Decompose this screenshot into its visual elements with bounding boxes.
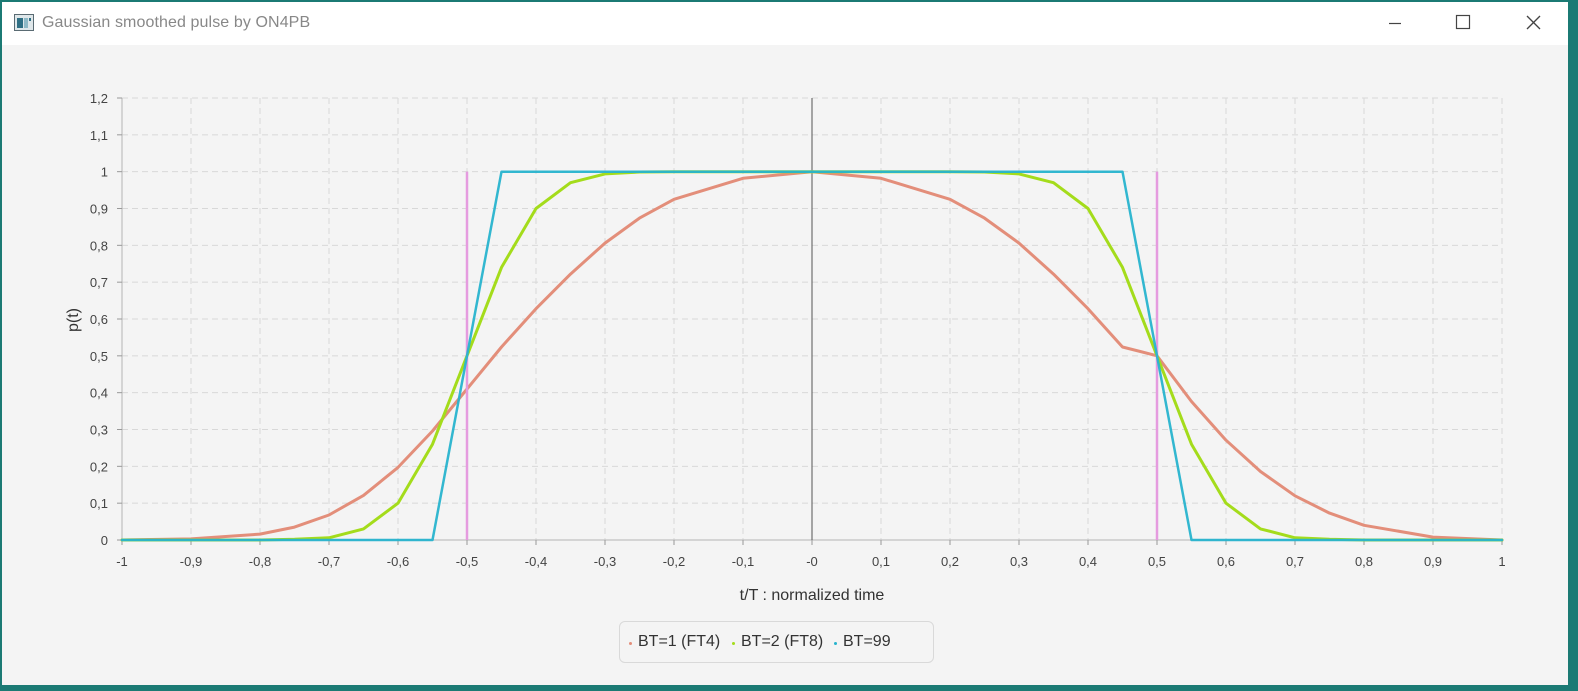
- maximize-icon: [1455, 14, 1471, 30]
- app-icon[interactable]: [14, 14, 34, 31]
- legend-label: BT=1 (FT4): [638, 633, 721, 650]
- y-tick-label: 0,2: [90, 459, 108, 474]
- legend-swatch: [732, 642, 735, 645]
- y-axis-label: p(t): [65, 308, 82, 332]
- x-tick-label: -0,3: [594, 554, 616, 569]
- y-tick-label: 0,4: [90, 386, 108, 401]
- x-tick-label: -0,8: [249, 554, 271, 569]
- x-tick-label: 0,6: [1217, 554, 1235, 569]
- chart-area: -1 -0,9 -0,8 -0,7 -0,6 -0,5 -0,4 -0,3 -0,2 -0,1 -0…: [65, 91, 1506, 604]
- y-tick-label: 0,3: [90, 423, 108, 438]
- x-tick-label: 0,1: [872, 554, 890, 569]
- x-tick-label: -0,9: [180, 554, 202, 569]
- legend-label: BT=2 (FT8): [741, 633, 824, 650]
- x-tick-label: 0,8: [1355, 554, 1373, 569]
- x-tick-label: -0,1: [732, 554, 754, 569]
- x-tick-label: -1: [116, 554, 128, 569]
- y-tick-label: 0,6: [90, 312, 108, 327]
- legend-swatch: [834, 642, 837, 645]
- legend-swatch: [629, 642, 632, 645]
- x-tick-label: 0,9: [1424, 554, 1442, 569]
- minimize-button[interactable]: [1359, 2, 1429, 45]
- x-tick-label: -0,5: [456, 554, 478, 569]
- y-tick-label: 0,1: [90, 496, 108, 511]
- x-tick-label: -0,4: [525, 554, 547, 569]
- legend-label: BT=99: [843, 633, 891, 650]
- minimize-icon: [1389, 22, 1401, 25]
- y-tick-label: 0: [101, 533, 108, 548]
- x-tick-label: -0,2: [663, 554, 685, 569]
- x-tick-label: 0,2: [941, 554, 959, 569]
- app-window: Gaussian smoothed pulse by ON4PB -1 -0,9-…: [2, 2, 1568, 685]
- y-tick-label: 1,2: [90, 91, 108, 106]
- chart-axes: -1 -0,9 -0,8 -0,7 -0,6 -0,5 -0,4 -0,3 -0,2 -0,1 -0…: [90, 91, 1506, 569]
- y-tick-label: 0,8: [90, 238, 108, 253]
- x-tick-label: 0,3: [1010, 554, 1028, 569]
- x-axis-label: t/T : normalized time: [740, 587, 885, 604]
- x-tick-label: -0,6: [387, 554, 409, 569]
- window-title: Gaussian smoothed pulse by ON4PB: [42, 14, 311, 31]
- close-button[interactable]: [1498, 2, 1568, 45]
- close-icon: [1526, 15, 1541, 30]
- x-tick-label: 1: [1498, 554, 1505, 569]
- y-tick-label: 0,7: [90, 275, 108, 290]
- y-tick-label: 0,9: [90, 202, 108, 217]
- x-tick-label: 0,4: [1079, 554, 1097, 569]
- x-tick-label: 0,5: [1148, 554, 1166, 569]
- maximize-button[interactable]: [1427, 2, 1497, 45]
- y-tick-label: 1,1: [90, 128, 108, 143]
- chart-legend: BT=1 (FT4) BT=2 (FT8) BT=99: [619, 621, 934, 663]
- y-tick-label: 1: [101, 165, 108, 180]
- y-tick-label: 0,5: [90, 349, 108, 364]
- x-tick-label: -0,7: [318, 554, 340, 569]
- x-tick-label: -0: [806, 554, 818, 569]
- x-tick-label: 0,7: [1286, 554, 1304, 569]
- title-bar[interactable]: Gaussian smoothed pulse by ON4PB: [2, 2, 1568, 45]
